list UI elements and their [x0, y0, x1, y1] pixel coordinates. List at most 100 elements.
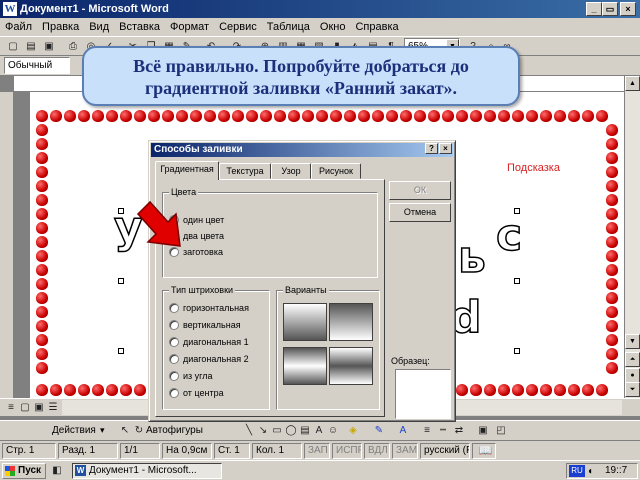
dialog-help-button[interactable]: ? — [425, 143, 438, 154]
font-color-icon[interactable]: A — [396, 424, 410, 437]
web-view-icon[interactable]: ▢ — [18, 401, 32, 414]
taskbar-word-button[interactable]: W Документ1 - Microsoft... — [72, 463, 222, 479]
variant-swatch[interactable] — [329, 303, 373, 341]
variant-swatch[interactable] — [329, 347, 373, 385]
vertical-ruler[interactable] — [0, 92, 14, 398]
apple-border-icon — [606, 292, 618, 304]
dialog-title-bar[interactable]: Способы заливки — [151, 143, 453, 157]
show-desktop-icon[interactable]: ◧ — [50, 464, 64, 477]
variant-swatch[interactable] — [283, 303, 327, 341]
menu-view[interactable]: Вид — [84, 18, 114, 36]
menu-help[interactable]: Справка — [350, 18, 403, 36]
wordart-letter: с — [495, 209, 523, 262]
maximize-button[interactable]: ▭ — [602, 2, 618, 16]
free-rotate-icon[interactable]: ↻ — [132, 424, 146, 437]
scroll-down-icon[interactable]: ▼ — [625, 334, 640, 349]
apple-border-icon — [36, 278, 48, 290]
outline-view-icon[interactable]: ☰ — [46, 401, 60, 414]
apple-border-icon — [606, 278, 618, 290]
3d-icon[interactable]: ◰ — [494, 424, 508, 437]
word-icon: W — [75, 465, 86, 476]
radio-from-center[interactable]: от центра — [169, 386, 224, 400]
menu-format[interactable]: Формат — [165, 18, 214, 36]
select-objects-icon[interactable]: ↖ — [118, 424, 132, 437]
minimize-button[interactable]: _ — [586, 2, 602, 16]
arrow-style-icon[interactable]: ⇄ — [452, 424, 466, 437]
shading-styles-group: Тип штриховки горизонтальная вертикальна… — [162, 284, 270, 410]
apple-border-icon — [606, 222, 618, 234]
status-overwrite[interactable]: ЗАМ — [392, 443, 418, 459]
clipart-icon[interactable]: ☺ — [326, 424, 340, 437]
radio-from-corner[interactable]: из угла — [169, 369, 213, 383]
rectangle-icon[interactable]: ▭ — [270, 424, 284, 437]
tab-pattern[interactable]: Узор — [271, 163, 311, 179]
print-icon[interactable]: ⎙ — [66, 40, 80, 53]
menu-file[interactable]: Файл — [0, 18, 37, 36]
radio-diagonal-down[interactable]: диагональная 2 — [169, 352, 249, 366]
cancel-button[interactable]: Отмена — [389, 203, 451, 222]
variant-swatch[interactable] — [283, 347, 327, 385]
line-color-icon[interactable]: ✎ — [372, 424, 386, 437]
browse-object-icon[interactable]: ● — [625, 368, 640, 383]
line-style-icon[interactable]: ≡ — [420, 424, 434, 437]
apple-border-icon — [606, 320, 618, 332]
style-select[interactable]: Обычный — [4, 57, 70, 74]
tab-gradient[interactable]: Градиентная — [155, 161, 219, 180]
title-bar[interactable]: Документ1 - Microsoft Word — [0, 0, 640, 18]
wordart-icon[interactable]: A — [312, 424, 326, 437]
new-doc-icon[interactable]: ▢ — [6, 40, 20, 53]
menu-window[interactable]: Окно — [315, 18, 351, 36]
resize-handle[interactable] — [514, 208, 520, 214]
apple-border-icon — [568, 110, 580, 122]
normal-view-icon[interactable]: ≡ — [4, 401, 18, 414]
speaker-icon[interactable]: ◖ — [587, 465, 593, 479]
menu-tools[interactable]: Сервис — [214, 18, 262, 36]
shadow-icon[interactable]: ▣ — [476, 424, 490, 437]
language-indicator[interactable]: RU — [569, 465, 585, 477]
apple-border-icon — [442, 110, 454, 122]
open-folder-icon[interactable]: ▤ — [24, 40, 38, 53]
vertical-scrollbar[interactable]: ▲ ▼ ⏶ ● ⏷ — [624, 76, 640, 398]
line-icon[interactable]: ╲ — [242, 424, 256, 437]
status-record[interactable]: ЗАП — [304, 443, 330, 459]
dialog-close-button[interactable]: × — [439, 143, 452, 154]
radio-horizontal[interactable]: горизонтальная — [169, 301, 249, 315]
menu-edit[interactable]: Правка — [37, 18, 84, 36]
close-button[interactable]: × — [620, 2, 636, 16]
resize-handle[interactable] — [118, 208, 124, 214]
textbox-icon[interactable]: ▤ — [298, 424, 312, 437]
apple-border-icon — [606, 138, 618, 150]
apple-border-icon — [218, 110, 230, 122]
ok-button[interactable]: ОК — [389, 181, 451, 200]
apple-border-icon — [582, 110, 594, 122]
actions-menu[interactable]: Действия — [52, 425, 96, 436]
resize-handle[interactable] — [514, 278, 520, 284]
resize-handle[interactable] — [118, 348, 124, 354]
dash-style-icon[interactable]: ┅ — [436, 424, 450, 437]
apple-border-icon — [302, 110, 314, 122]
resize-handle[interactable] — [118, 278, 124, 284]
oval-icon[interactable]: ◯ — [284, 424, 298, 437]
radio-vertical[interactable]: вертикальная — [169, 318, 241, 332]
tab-picture[interactable]: Рисунок — [311, 163, 361, 179]
apple-border-icon — [36, 110, 48, 122]
prev-page-icon[interactable]: ⏶ — [625, 352, 640, 367]
menu-insert[interactable]: Вставка — [114, 18, 165, 36]
save-icon[interactable]: ▣ — [42, 40, 56, 53]
scroll-up-icon[interactable]: ▲ — [625, 76, 640, 91]
tab-texture[interactable]: Текстура — [219, 163, 271, 179]
autoshapes-menu[interactable]: Автофигуры — [146, 425, 203, 436]
arrow-icon[interactable]: ↘ — [256, 424, 270, 437]
print-view-icon[interactable]: ▣ — [32, 401, 46, 414]
status-track[interactable]: ИСПР — [332, 443, 362, 459]
radio-diagonal-up[interactable]: диагональная 1 — [169, 335, 249, 349]
book-icon[interactable]: 📖 — [472, 443, 496, 459]
fill-color-icon[interactable]: ◈ — [346, 424, 360, 437]
word-app-icon[interactable]: W — [3, 2, 17, 16]
start-button[interactable]: Пуск — [2, 463, 46, 479]
resize-handle[interactable] — [514, 348, 520, 354]
apple-border-icon — [36, 194, 48, 206]
menu-table[interactable]: Таблица — [262, 18, 315, 36]
status-extend[interactable]: ВДЛ — [364, 443, 390, 459]
next-page-icon[interactable]: ⏷ — [625, 382, 640, 397]
